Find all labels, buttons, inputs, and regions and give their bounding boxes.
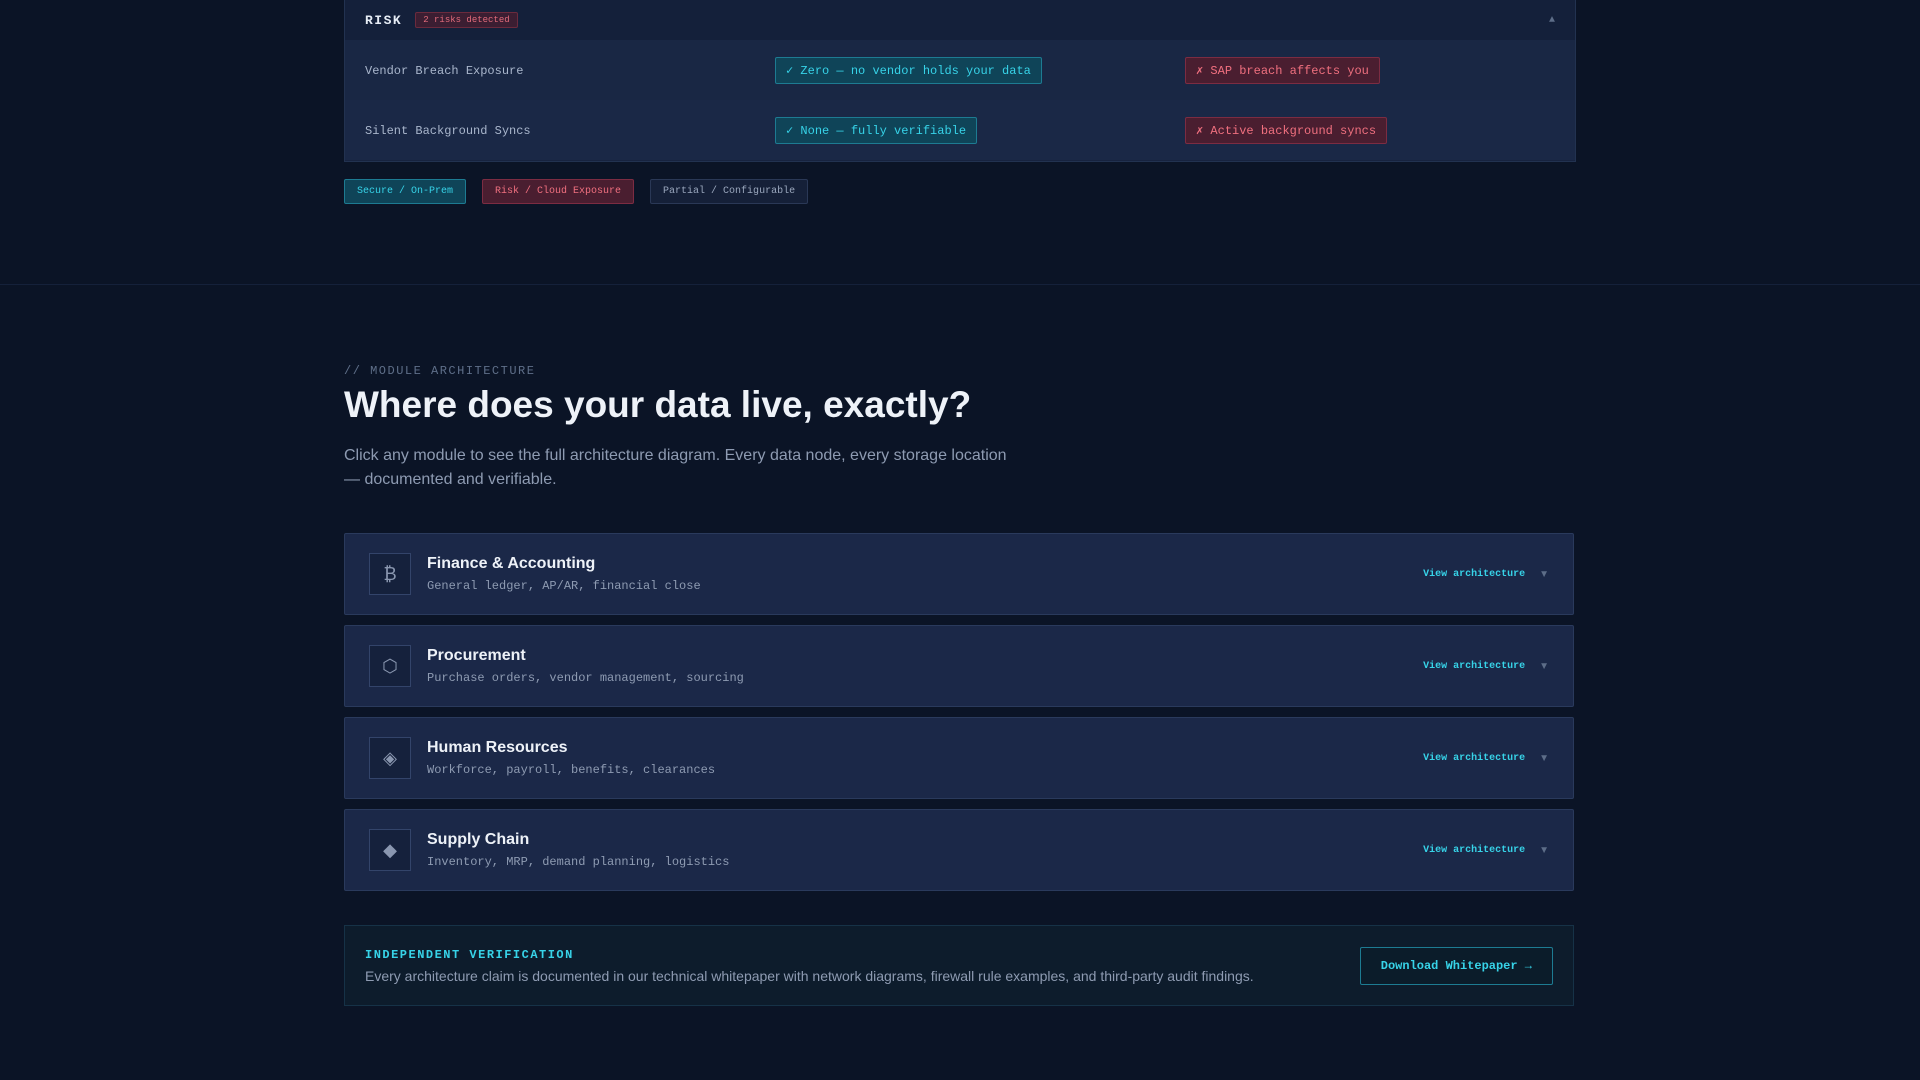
verification-banner: INDEPENDENT VERIFICATION Every architect… <box>344 925 1574 1006</box>
risk-panel-header[interactable]: RISK 2 risks detected ▲ <box>345 0 1575 40</box>
view-architecture-link[interactable]: View architecture <box>1423 661 1525 672</box>
risk-row-label: Silent Background Syncs <box>365 124 531 138</box>
risk-row: Vendor Breach Exposure ✓ Zero — no vendo… <box>345 40 1575 100</box>
module-title: Human Resources <box>427 739 568 756</box>
diamond-outline-icon: ◈ <box>369 737 411 779</box>
chevron-down-icon[interactable]: ▼ <box>1539 661 1549 672</box>
secure-status-pill: ✓ Zero — no vendor holds your data <box>775 56 1042 84</box>
collapse-chevron-icon[interactable]: ▲ <box>1549 15 1555 26</box>
view-architecture-link[interactable]: View architecture <box>1423 753 1525 764</box>
module-title: Procurement <box>427 647 526 664</box>
legend: Secure / On-Prem Risk / Cloud Exposure P… <box>344 179 809 204</box>
diamond-icon: ◆ <box>369 829 411 871</box>
module-title: Supply Chain <box>427 831 530 848</box>
section-lead: Click any module to see the full archite… <box>344 447 1007 488</box>
chevron-down-icon[interactable]: ▼ <box>1539 753 1549 764</box>
module-subtitle: Purchase orders, vendor management, sour… <box>427 671 744 685</box>
risk-count-badge: 2 risks detected <box>415 12 518 28</box>
module-subtitle: Workforce, payroll, benefits, clearances <box>427 763 716 777</box>
view-architecture-link[interactable]: View architecture <box>1423 845 1525 856</box>
view-architecture-link[interactable]: View architecture <box>1423 569 1525 580</box>
secure-status-pill: ✓ None — fully verifiable <box>775 116 978 144</box>
module-subtitle: General ledger, AP/AR, financial close <box>427 579 701 593</box>
module-subtitle: Inventory, MRP, demand planning, logisti… <box>427 855 730 869</box>
chevron-down-icon[interactable]: ▼ <box>1539 845 1549 856</box>
cloud-risk-pill: ✗ Active background syncs <box>1185 116 1388 144</box>
legend-risk: Risk / Cloud Exposure <box>482 179 635 204</box>
section-divider <box>0 284 1920 285</box>
section-eyebrow: // MODULE ARCHITECTURE <box>344 364 536 378</box>
module-title: Finance & Accounting <box>427 555 596 572</box>
module-card-procurement[interactable]: ⬡ Procurement Purchase orders, vendor ma… <box>344 625 1574 707</box>
risk-row: Silent Background Syncs ✓ None — fully v… <box>345 100 1575 160</box>
module-card-human-resources[interactable]: ◈ Human Resources Workforce, payroll, be… <box>344 717 1574 799</box>
bitcoin-icon: ₿ <box>369 553 411 595</box>
cloud-risk-pill: ✗ SAP breach affects you <box>1185 56 1380 84</box>
risk-row-label: Vendor Breach Exposure <box>365 64 524 78</box>
hexagon-icon: ⬡ <box>369 645 411 687</box>
module-card-supply-chain[interactable]: ◆ Supply Chain Inventory, MRP, demand pl… <box>344 809 1574 891</box>
risk-title: RISK <box>365 12 403 28</box>
risk-panel: RISK 2 risks detected ▲ Vendor Breach Ex… <box>344 0 1576 162</box>
page-title: Where does your data live, exactly? <box>344 384 972 425</box>
chevron-down-icon[interactable]: ▼ <box>1539 569 1549 580</box>
legend-secure: Secure / On-Prem <box>344 179 467 204</box>
download-whitepaper-button[interactable]: Download Whitepaper → <box>1359 946 1553 985</box>
verification-title: INDEPENDENT VERIFICATION <box>365 947 574 962</box>
legend-partial: Partial / Configurable <box>650 179 809 204</box>
verification-description: Every architecture claim is documented i… <box>365 967 1254 984</box>
module-card-finance[interactable]: ₿ Finance & Accounting General ledger, A… <box>344 533 1574 615</box>
